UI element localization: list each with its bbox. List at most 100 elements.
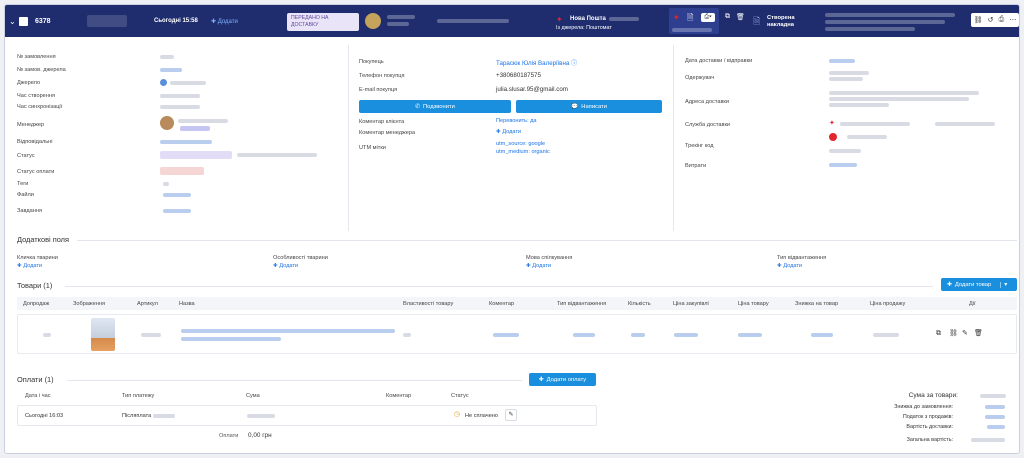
label-tags: Теги [17,181,29,187]
status-value[interactable] [160,151,232,159]
manager-avatar-icon [160,116,174,130]
extra-fields-title: Додаткові поля [17,235,69,244]
header-actions: ⛓ ↺ ⎙ ⋯ [971,13,1019,27]
nova-poshta-service-icon: ✦ [829,120,835,127]
chevron-down-icon[interactable]: ⌄ [9,17,16,26]
label-buyer: Покупець [359,59,384,65]
edit-icon[interactable]: ✎ [505,409,517,421]
history-icon[interactable]: ↺ [988,16,994,24]
col-discount: Знижка на товар [795,301,839,307]
more-icon[interactable]: ⋯ [1009,16,1016,24]
label-payment-status: Статус оплати [17,169,55,175]
col-properties: Властивості товару [403,301,454,307]
products-header-row [17,297,1017,310]
client-comment[interactable]: Перевонить: да [496,118,537,124]
order-header: ⌄ 6378 Сьогодні 15:58 ✚ Додати ПЕРЕДАНО … [5,5,1019,37]
extra-field-add[interactable]: ✚ Додати [273,263,298,269]
extra-field-add[interactable]: ✚ Додати [777,263,802,269]
product-image[interactable] [91,318,115,351]
col-quantity: Кількість [628,301,651,307]
label-delivery-address: Адреса доставки [685,99,730,105]
edit-icon[interactable]: ✎ [962,330,968,337]
document-icon[interactable]: 🗎 [687,12,693,26]
col-upsell: Допродаж [23,301,50,307]
payments-title: Оплати (1) [17,375,54,384]
col-purchase-price: Ціна закупівлі [673,301,709,307]
manager-avatar [365,13,381,29]
label-buyer-email: E-mail покупця [359,87,398,93]
source-icon [160,79,167,86]
header-add-link[interactable]: ✚ Додати [211,18,238,25]
buyer-name[interactable]: Тарасюк Юлія Валеріївна ⓘ [496,58,577,67]
order-date: Сьогодні 15:58 [154,18,198,24]
delivery-cost-label: Вартість доставки: [906,424,953,430]
print-icon[interactable]: ⎙ [999,16,1005,24]
col-payment-status: Статус [451,393,469,399]
label-recipient: Одержувач [685,75,715,81]
label-order-number: № замовлення [17,54,56,60]
col-sale-price: Ціна продажу [870,301,906,307]
extra-field-label: Особливості тварини [273,255,328,261]
trash-icon[interactable]: 🗑 [736,13,745,21]
label-delivery-service: Служба доставки [685,122,731,128]
payment-date: Сьогодні 16:03 [25,413,64,419]
chevron-down-icon[interactable]: ▾ [1000,281,1007,288]
tracking-status-icon [829,133,837,141]
manager-comment-add[interactable]: ✚ Додати [496,129,521,135]
utm-medium[interactable]: utm_medium: organic [496,149,550,155]
link-icon[interactable]: ⛓ [949,330,958,337]
clock-icon: ◷ [454,411,461,418]
print-dropdown-icon[interactable]: ⎙▾ [701,13,715,22]
col-image: Зображення [73,301,105,307]
chat-icon: 💬 [571,103,579,110]
plus-icon: ✚ [947,281,952,288]
copy-icon[interactable]: ⧉ [936,330,941,337]
order-discount-label: Знижка до замовлення: [894,404,953,410]
label-source: Джерело [17,80,41,86]
label-client-comment: Коментар клієнта [359,119,405,125]
col-product-price: Ціна товару [738,301,769,307]
nova-poshta-small-icon: ✦ [673,13,680,22]
label-buyer-phone: Телефон покупця [359,73,405,79]
label-status: Статус [17,153,35,159]
paid-value: 0,00 грн [248,432,272,439]
buyer-email[interactable]: julia.slusar.95@gmail.com [496,86,568,93]
extra-field-add[interactable]: ✚ Додати [17,263,42,269]
add-product-button[interactable]: ✚ Додати товар ▾ [941,278,1017,291]
checkbox-icon[interactable] [19,17,28,26]
plus-icon: ✚ [538,376,544,383]
info-icon: ⓘ [571,60,578,67]
payment-type: Післяплата [122,413,152,419]
call-button[interactable]: ✆ Подзвонити [359,100,511,113]
extra-field-label: Тип відвантаження [777,255,827,261]
col-payment-type: Тип платежу [122,393,155,399]
col-shipment-type: Тип відвантаження [557,301,607,307]
copy-icon[interactable]: ⧉ [725,13,730,21]
payment-status-value[interactable] [160,167,204,175]
order-id: 6378 [35,18,51,25]
link-icon[interactable]: ⛓ [974,16,983,24]
extra-field-add[interactable]: ✚ Додати [526,263,551,269]
order-card: ⌄ 6378 Сьогодні 15:58 ✚ Додати ПЕРЕДАНО … [4,4,1020,454]
status-badge[interactable]: ПЕРЕДАНО НА ДОСТАВКУ [287,13,359,31]
products-title: Товари (1) [17,281,53,290]
write-button[interactable]: 💬 Написати [516,100,662,113]
trash-icon[interactable]: 🗑 [974,330,983,337]
extra-field-label: Кличка тварини [17,255,58,261]
carrier-name: Нова Пошта [570,16,606,22]
label-created: Час створення [17,93,55,99]
nova-poshta-icon: ✦ [556,15,563,24]
payment-status: Не сплачено [465,413,499,419]
total-products-label: Сума за товари: [908,392,958,399]
label-tracking: Трекінг код [685,143,714,149]
waybill-status: Створена накладна [767,15,795,28]
col-payment-comment: Коментар [386,393,412,399]
add-payment-button[interactable]: ✚ Додати оплату [529,373,596,386]
col-sum: Сума [246,393,260,399]
label-expenses: Витрати [685,163,707,169]
source-logo [87,15,127,27]
total-cost-label: Загальна вартість: [906,437,953,443]
label-responsible: Відповідальні [17,139,53,145]
utm-source[interactable]: utm_source: google [496,141,545,147]
buyer-phone[interactable]: +380680187575 [496,72,541,79]
